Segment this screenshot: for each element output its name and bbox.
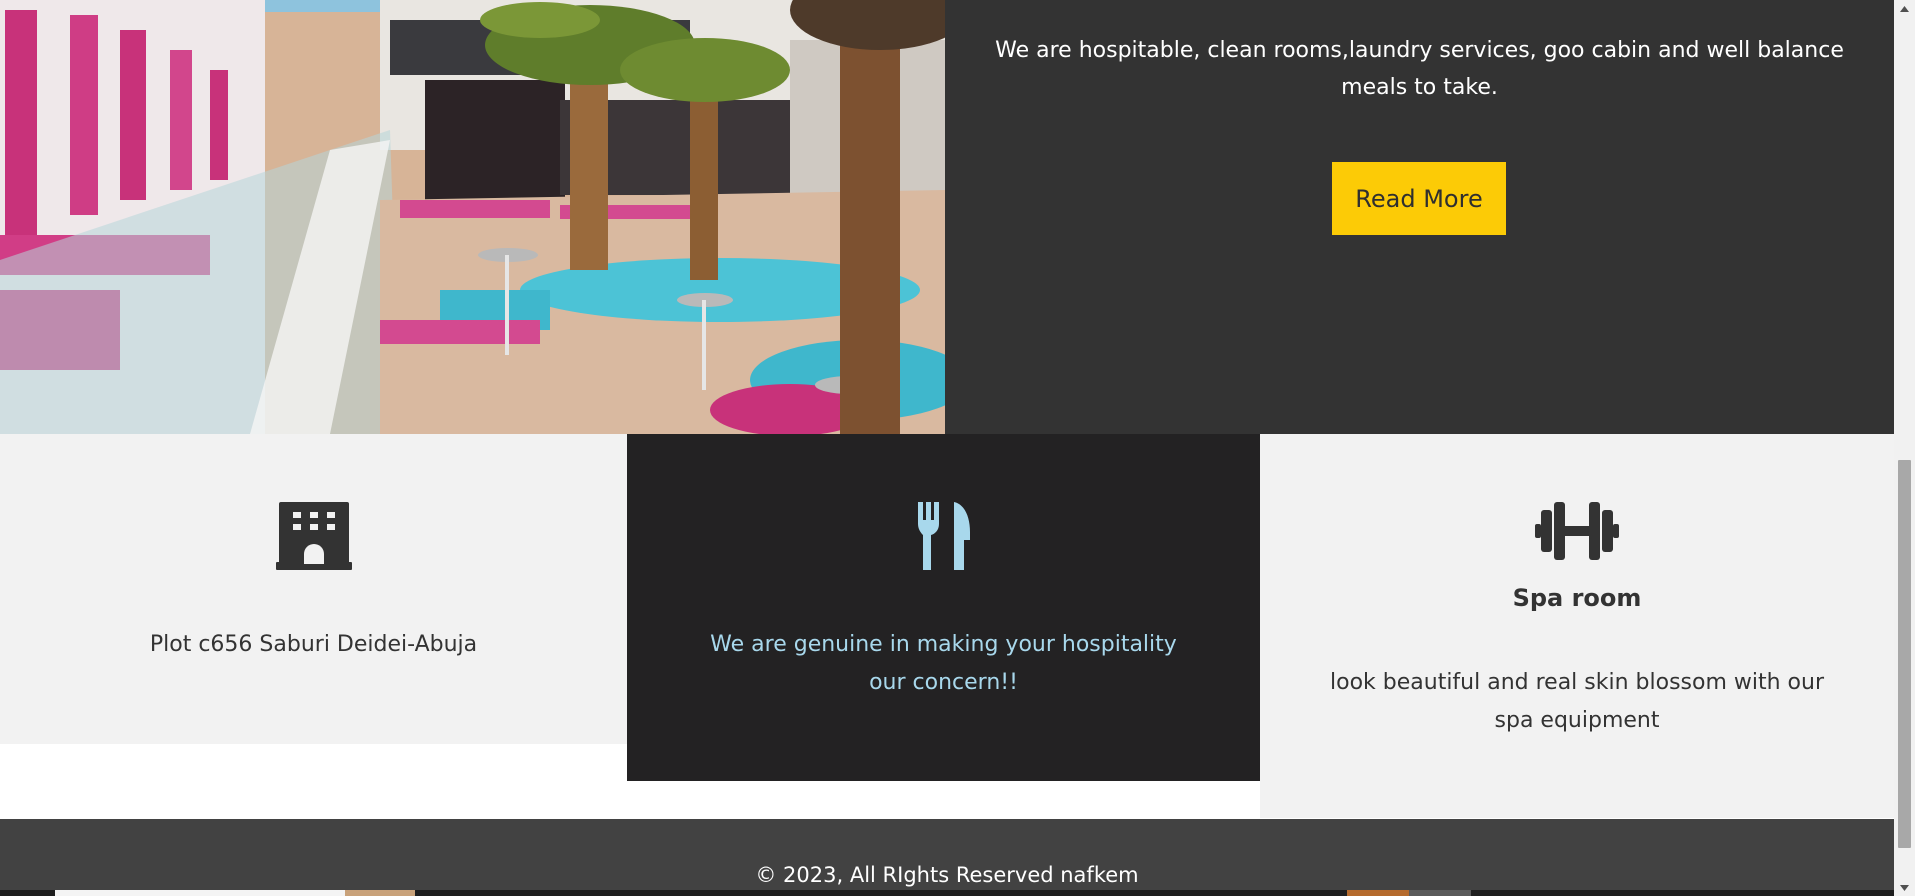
scrollbar-thumb[interactable]	[1898, 460, 1911, 848]
footer-copyright: © 2023, All RIghts Reserved nafkem	[755, 863, 1139, 887]
hero-description: We are hospitable, clean rooms,laundry s…	[995, 38, 1844, 100]
hero-section: We are hospitable, clean rooms,laundry s…	[0, 0, 1894, 434]
feature-card-location: Plot c656 Saburi Deidei-Abuja	[0, 434, 627, 744]
scroll-down-arrow-icon[interactable]	[1894, 879, 1915, 896]
feature-card-dining: We are genuine in making your hospitalit…	[627, 434, 1260, 781]
footer-bottom-strip	[0, 890, 1894, 896]
dining-text: We are genuine in making your hospitalit…	[710, 632, 1177, 695]
location-address: Plot c656 Saburi Deidei-Abuja	[149, 632, 478, 657]
fork-knife-icon	[916, 502, 972, 574]
spa-text: look beautiful and real skin blossom wit…	[1330, 670, 1825, 733]
vertical-scrollbar[interactable]	[1894, 0, 1915, 896]
strip-segment	[1409, 890, 1471, 896]
scroll-up-arrow-icon[interactable]	[1894, 0, 1915, 17]
footer: © 2023, All RIghts Reserved nafkem	[0, 819, 1894, 896]
dumbbell-icon	[1535, 502, 1619, 564]
hero-info-panel: We are hospitable, clean rooms,laundry s…	[945, 0, 1894, 434]
strip-segment	[345, 890, 415, 896]
feature-card-spa: Spa room look beautiful and real skin bl…	[1260, 434, 1894, 818]
spa-title: Spa room	[1512, 584, 1642, 612]
resort-pool-photo	[0, 0, 945, 434]
hotel-building-icon	[275, 502, 352, 574]
strip-segment	[1347, 890, 1409, 896]
read-more-button[interactable]: Read More	[1332, 162, 1506, 235]
